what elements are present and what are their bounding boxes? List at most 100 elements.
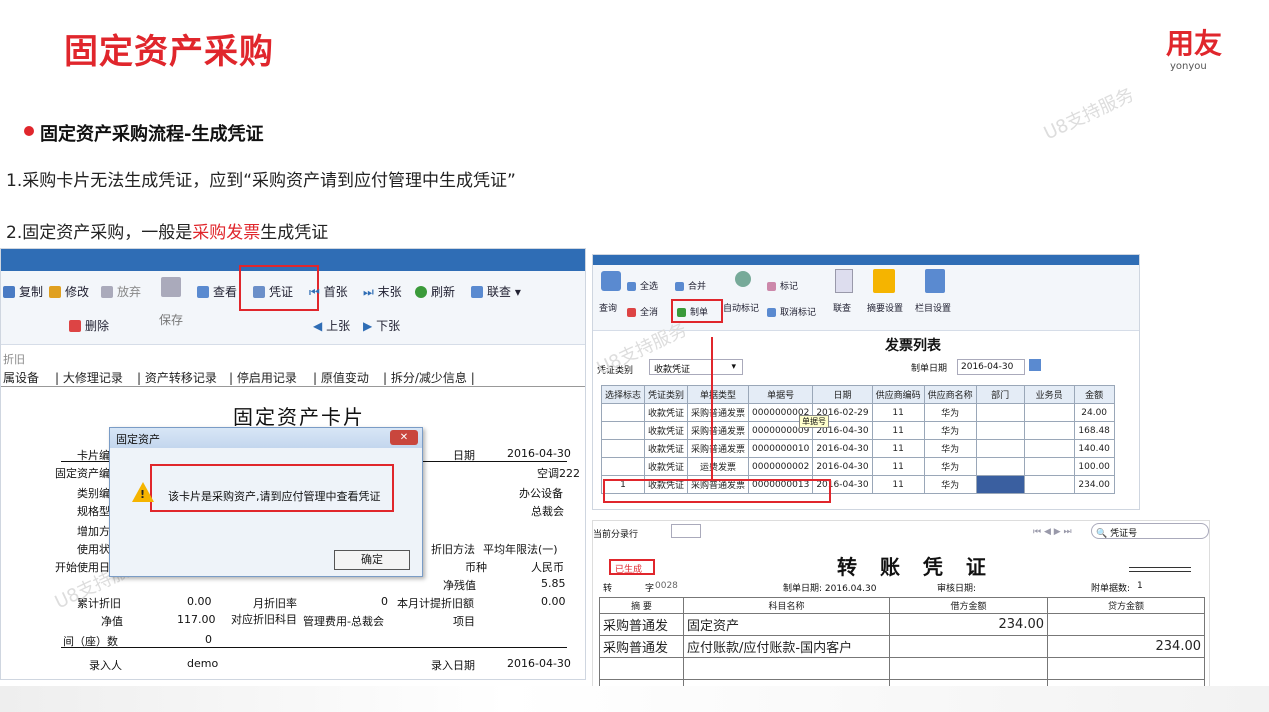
view-button[interactable]: 查看 <box>197 283 237 300</box>
clear-button[interactable]: 全消 <box>627 305 658 318</box>
delete-button[interactable]: 删除 <box>69 317 109 334</box>
last-icon: ⏭ <box>363 285 374 299</box>
voucher-row[interactable]: 采购普通发 应付账款/应付账款-国内客户 234.00 <box>599 635 1205 658</box>
tab-repair[interactable]: | 大修理记录 <box>55 369 123 386</box>
last-button[interactable]: ⏭ 末张 <box>363 283 402 300</box>
merge-icon <box>675 282 684 291</box>
abandon-button[interactable]: 放弃 <box>101 283 141 300</box>
voucher-no[interactable]: 0028 <box>655 581 678 591</box>
view-icon <box>197 286 209 298</box>
other-value: 总裁会 <box>531 505 564 518</box>
column-button[interactable]: 栏目设置 <box>915 301 951 314</box>
alert-dialog: 固定资产 ✕ ! 该卡片是采购资产,请到应付管理中查看凭证 确定 <box>109 427 423 577</box>
edit-button[interactable]: 修改 <box>49 283 89 300</box>
voucher-button[interactable]: 凭证 <box>253 283 293 300</box>
query-icon[interactable] <box>601 271 621 291</box>
card-title: 固定资产卡片 <box>233 405 365 429</box>
make-date: 制单日期: 2016.04.30 <box>783 584 877 594</box>
refresh-button[interactable]: 刷新 <box>415 283 455 300</box>
search-input[interactable]: 🔍 凭证号 <box>1091 523 1209 539</box>
voucher-type: 转 <box>603 584 613 594</box>
subject-label: 对应折旧科目 <box>231 613 297 626</box>
tab-device[interactable]: 属设备 <box>3 369 39 386</box>
month-depr-value: 0.00 <box>541 595 566 608</box>
summary-icon[interactable] <box>873 269 895 293</box>
refresh-icon <box>415 286 427 298</box>
voucher-title: 转 账 凭 证 <box>837 555 994 579</box>
page-title: 固定资产采购 <box>64 32 274 72</box>
fixed-asset-card-window: 复制 修改 放弃 保存 删除 查看 凭证 ⏮ 首张 ⏭ 末张 刷新 联查 ▾ ◀… <box>0 248 586 680</box>
make-voucher-button[interactable]: 制单 <box>677 305 708 318</box>
voucher-table: 摘 要科目名称 借方金额 贷方金额 采购普通发 固定资产 234.00 采购普通发 应付账… <box>599 597 1205 697</box>
bullet-icon <box>24 126 34 136</box>
mark-button[interactable]: 标记 <box>767 279 798 292</box>
copy-button[interactable]: 复制 <box>3 283 43 300</box>
ok-button[interactable]: 确定 <box>334 550 410 570</box>
asset-name-value: 空调222 <box>537 467 580 480</box>
invoice-list-window: 查询 全选 合并 全消 制单 自动标记 标记 取消标记 联查 摘要设置 栏目设置… <box>592 254 1140 510</box>
auto-mark-icon[interactable] <box>735 271 751 287</box>
next-button[interactable]: ▶ 下张 <box>363 317 400 334</box>
month-depr-label: 本月计提折旧额 <box>397 597 474 610</box>
search-icon: 🔍 <box>1096 529 1108 539</box>
tab-split[interactable]: | 拆分/减少信息 | <box>383 369 475 386</box>
close-icon[interactable]: ✕ <box>390 430 418 445</box>
work-value: 0 <box>205 633 212 646</box>
card-toolbar: 复制 修改 放弃 保存 删除 查看 凭证 ⏮ 首张 ⏭ 末张 刷新 联查 ▾ ◀… <box>1 265 585 345</box>
dialog-title: 固定资产 <box>110 428 422 448</box>
use-label: 使用状 <box>77 543 110 556</box>
tab-transfer[interactable]: | 资产转移记录 <box>137 369 217 386</box>
currency-value: 人民币 <box>531 561 564 574</box>
voucher-row[interactable]: 采购普通发 固定资产 234.00 <box>599 613 1205 636</box>
entry-value: demo <box>187 657 219 670</box>
cancel-mark-button[interactable]: 取消标记 <box>767 305 816 318</box>
attach-num[interactable]: 1 <box>1137 581 1143 591</box>
prev-button[interactable]: ◀ 上张 <box>313 317 350 334</box>
first-button[interactable]: ⏮ 首张 <box>309 283 348 300</box>
select-all-icon <box>627 282 636 291</box>
tab-stop[interactable]: | 停启用记录 <box>229 369 297 386</box>
audit-date: 审核日期: <box>937 584 977 594</box>
asset-no-label: 固定资产编 <box>55 467 110 480</box>
window-tab-bar-right <box>593 255 1139 265</box>
first-icon: ⏮ <box>309 285 320 299</box>
make-date-input[interactable]: 2016-04-30 <box>957 359 1025 375</box>
column-icon[interactable] <box>925 269 945 293</box>
dept-value: 办公设备 <box>519 487 563 500</box>
delete-icon <box>69 320 81 332</box>
l2-highlight: 采购发票 <box>192 223 261 243</box>
instruction-line-2: 2.固定资产采购，一般是采购发票生成凭证 <box>6 218 328 243</box>
depr-method-value: 平均年限法(一) <box>483 543 558 556</box>
tab-value-change[interactable]: | 原值变动 <box>313 369 369 386</box>
accum-depr-value: 0.00 <box>187 595 212 608</box>
make-date-label: 制单日期 <box>911 364 948 374</box>
yonyou-logo: 用友 <box>1166 27 1223 60</box>
status-badge: 已生成 <box>615 565 643 575</box>
merge-button[interactable]: 合并 <box>675 279 706 292</box>
summary-button[interactable]: 摘要设置 <box>867 301 903 314</box>
calendar-icon[interactable] <box>1029 359 1041 371</box>
table-row[interactable]: 收款凭证 采购普通发票 0000000009 2016-04-30 11 华为 168.48 <box>600 421 1115 440</box>
link-icon-right[interactable] <box>835 269 853 293</box>
currency-label: 币种 <box>465 561 487 574</box>
spec-label: 规格型 <box>77 505 110 518</box>
section-heading: 固定资产采购流程-生成凭证 <box>40 124 264 145</box>
link-icon <box>471 286 483 298</box>
query-button[interactable]: 查询 <box>599 301 617 314</box>
vtype-select[interactable]: 收款凭证 ▾ <box>649 359 743 375</box>
select-all-button[interactable]: 全选 <box>627 279 658 292</box>
table-row[interactable]: 收款凭证 运费发票 0000000002 2016-04-30 11 华为 100.00 <box>600 457 1115 476</box>
table-row[interactable]: 收款凭证 采购普通发票 0000000002 2016-02-29 11 华为 24.00 <box>600 403 1115 422</box>
link-query-button[interactable]: 联查 ▾ <box>471 283 521 300</box>
save-button[interactable]: 保存 <box>159 311 183 328</box>
voucher-row[interactable] <box>599 657 1205 680</box>
table-row[interactable]: 收款凭证 采购普通发票 0000000010 2016-04-30 11 华为 140.40 <box>600 439 1115 458</box>
voucher-icon <box>253 286 265 298</box>
date-value: 2016-04-30 <box>507 447 571 460</box>
link-button[interactable]: 联查 <box>833 301 851 314</box>
auto-mark-button[interactable]: 自动标记 <box>723 301 759 314</box>
row-input[interactable] <box>671 524 701 538</box>
subject-value: 管理费用-总裁会 <box>303 615 384 628</box>
nav-icons[interactable]: ⏮ ◀ ▶ ⏭ <box>1033 527 1072 537</box>
save-icon[interactable] <box>161 277 181 297</box>
